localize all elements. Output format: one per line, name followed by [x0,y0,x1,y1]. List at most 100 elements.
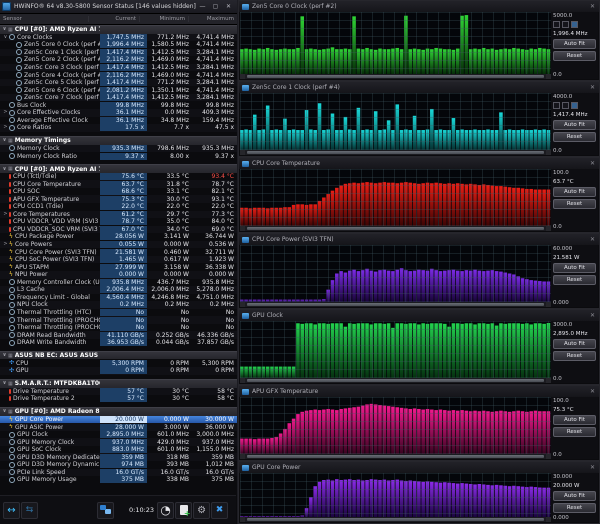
sensor-row[interactable]: Zen5c Core 7 Clock (perf #4)1,417.4 MHz1… [0,94,237,102]
sensor-row[interactable]: >Core Effective Clocks36.1 MHz0.0 MHz409… [0,109,237,117]
reset-button[interactable]: Reset [553,503,596,513]
column-sensor[interactable]: Sensor [0,16,88,22]
sensor-section-row[interactable]: ∨▦CPU [#0]: AMD Ryzen AI 7 350 [0,25,237,34]
sensor-row[interactable]: CPU VDDCR_SOC VRM (SVI3 TFN)67.0 °C34.0 … [0,226,237,234]
scrollbar-right-cap[interactable] [546,517,551,522]
scrollbar-left-cap[interactable] [240,74,245,79]
panel-close-icon[interactable]: ✕ [589,84,596,91]
sensor-row[interactable]: ∨Core Clocks1,747.5 MHz771.2 MHz4,741.4 … [0,34,237,42]
sensor-section-row[interactable]: ∨▦S.M.A.R.T.: MTFDKBA1T0QGN-1BR1AABGA [2… [0,379,237,388]
graph-scrollbar[interactable] [240,74,551,79]
auto-fit-button[interactable]: Auto Fit [553,187,596,197]
reset-button[interactable]: Reset [553,132,596,142]
sensor-row[interactable]: Zen5c Core 5 Clock (perf #4)1,417.4 MHz7… [0,79,237,87]
graph-scrollbar[interactable] [240,378,551,383]
scrollbar-right-cap[interactable] [546,74,551,79]
sensor-row[interactable]: Zen5 Core 2 Clock (perf #3)2,116.2 MHz1,… [0,56,237,64]
panel-titlebar[interactable]: CPU Core Power (SVI3 TFN)✕ [239,234,599,245]
caret-right-icon[interactable]: > [2,124,9,131]
graph-toggle[interactable] [562,102,569,109]
panel-close-icon[interactable]: ✕ [589,464,596,471]
sensor-row[interactable]: NPU Clock0.2 MHz0.2 MHz0.2 MHz [0,301,237,309]
sensor-row[interactable]: Average Effective Clock36.1 MHz34.8 MHz1… [0,117,237,125]
panel-titlebar[interactable]: GPU Core Power✕ [239,462,599,473]
sensor-row[interactable]: Memory Clock Ratio9.37 x8.00 x9.37 x [0,152,237,160]
caret-right-icon[interactable]: > [2,109,9,116]
auto-fit-button[interactable]: Auto Fit [553,120,596,130]
sensor-row[interactable]: >Core Temperatures61.2 °C29.7 °C77.3 °C [0,211,237,219]
scrollbar-left-cap[interactable] [240,378,245,383]
graph-toggle[interactable] [571,102,578,109]
auto-fit-button[interactable]: Auto Fit [553,491,596,501]
auto-fit-button[interactable]: Auto Fit [553,415,596,425]
scrollbar-thumb[interactable] [247,518,544,521]
panel-close-icon[interactable]: ✕ [589,160,596,167]
column-current[interactable]: Current [88,16,139,22]
caret-right-icon[interactable]: > [2,241,9,248]
sensor-row[interactable]: GPU D3D Memory Dynamic974 MB393 MB1,012 … [0,461,237,469]
sensor-row[interactable]: Memory Controller Clock (UCLK)935.8 MHz4… [0,279,237,287]
sensor-row[interactable]: Memory Clock935.3 MHz798.6 MHz935.3 MHz [0,145,237,153]
sensor-row[interactable]: ϟCPU Package Power28.056 W3.141 W36.744 … [0,233,237,241]
sensor-row[interactable]: CPU VDDCR_VDD VRM (SVI3 TFN)78.7 °C35.0 … [0,218,237,226]
sensor-row[interactable]: Thermal Throttling (PROCHOT EXT)NoNoNo [0,324,237,332]
sensor-row[interactable]: Zen5c Core 3 Clock (perf #4)1,417.4 MHz1… [0,64,237,72]
panel-titlebar[interactable]: APU GFX Temperature✕ [239,386,599,397]
sensor-row[interactable]: Drive Temperature 257 °C30 °C58 °C [0,395,237,403]
sensor-row[interactable]: GPU Memory Usage375 MB338 MB375 MB [0,476,237,484]
caret-down-icon[interactable]: ∨ [1,380,8,387]
panel-titlebar[interactable]: GPU Clock✕ [239,310,599,321]
panel-close-icon[interactable]: ✕ [589,3,596,10]
sensor-row[interactable]: CPU Core Temperature63.7 °C31.8 °C78.7 °… [0,180,237,188]
panel-titlebar[interactable]: Zen5 Core 0 Clock (perf #2)✕ [239,1,599,12]
sensor-section-row[interactable]: ∨▦Memory Timings [0,136,237,145]
reset-button[interactable]: Reset [553,51,596,61]
graph-scrollbar[interactable] [240,517,551,522]
caret-down-icon[interactable]: ∨ [1,352,8,359]
settings-button[interactable]: ⚙ [193,502,210,519]
scrollbar-right-cap[interactable] [546,454,551,459]
collapse-columns-button[interactable]: ⇆ [21,502,38,519]
fit-columns-button[interactable]: ↔ [3,502,20,519]
reset-button[interactable]: Reset [553,351,596,361]
graph-toggle[interactable] [562,21,569,28]
caret-down-icon[interactable]: ∨ [1,166,8,173]
graph-toggle[interactable] [553,21,560,28]
close-icon[interactable]: ✕ [222,1,235,13]
sensor-row[interactable]: ϟCPU Core Power (SVI3 TFN)21.581 W0.460 … [0,248,237,256]
log-button[interactable]: + [175,502,192,519]
graph-toggle[interactable] [571,21,578,28]
sensor-row[interactable]: PCIe Link Speed16.0 GT/s16.0 GT/s16.0 GT… [0,469,237,477]
caret-down-icon[interactable]: ∨ [2,34,9,41]
maximize-icon[interactable]: ▢ [209,1,222,13]
panel-titlebar[interactable]: CPU Core Temperature✕ [239,158,599,169]
sensor-row[interactable]: GPU D3D Memory Dedicated359 MB318 MB359 … [0,453,237,461]
scrollbar-thumb[interactable] [247,75,544,78]
sensor-section-row[interactable]: ∨▦ASUS NB EC: ASUS ASUS Zenbook 14 UM340… [0,351,237,360]
caret-down-icon[interactable]: ∨ [1,137,8,144]
sensor-row[interactable]: CPU CCD1 (Tdie)22.0 °C22.0 °C22.0 °C [0,203,237,211]
sensor-row[interactable]: ϟNPU Power0.000 W0.000 W0.000 W [0,271,237,279]
scrollbar-left-cap[interactable] [240,517,245,522]
auto-fit-button[interactable]: Auto Fit [553,339,596,349]
reset-button[interactable]: Reset [553,427,596,437]
graph-scrollbar[interactable] [240,226,551,231]
minimize-icon[interactable]: — [196,1,209,13]
sensor-row[interactable]: Zen5 Core 0 Clock (perf #2)1,996.4 MHz1,… [0,41,237,49]
sensor-section-row[interactable]: ∨▦CPU [#0]: AMD Ryzen AI 7 350: Enhanced [0,164,237,173]
scrollbar-left-cap[interactable] [240,150,245,155]
sensor-row[interactable]: ✣GPU0 RPM0 RPM0 RPM [0,367,237,375]
sensor-row[interactable]: GPU Memory Clock937.0 MHz429.0 MHz937.0 … [0,438,237,446]
scrollbar-thumb[interactable] [247,227,544,230]
sensors-button[interactable] [97,502,114,519]
sensor-row[interactable]: ϟGPU Core Power20.000 W0.000 W30.000 W [0,416,237,424]
sensor-row[interactable]: GPU Clock2,895.0 MHz601.0 MHz3,000.0 MHz [0,431,237,439]
sensor-section-row[interactable]: ∨▦GPU [#0]: AMD Radeon 860M [0,407,237,416]
column-minimum[interactable]: Minimum [139,16,188,22]
scrollbar-left-cap[interactable] [240,226,245,231]
reset-button[interactable]: Reset [553,199,596,209]
scrollbar-right-cap[interactable] [546,378,551,383]
sensor-row[interactable]: >ϟCore Powers0.055 W0.000 W0.536 W [0,241,237,249]
caret-right-icon[interactable]: > [2,211,9,218]
panel-titlebar[interactable]: Zen5c Core 1 Clock (perf #4)✕ [239,82,599,93]
